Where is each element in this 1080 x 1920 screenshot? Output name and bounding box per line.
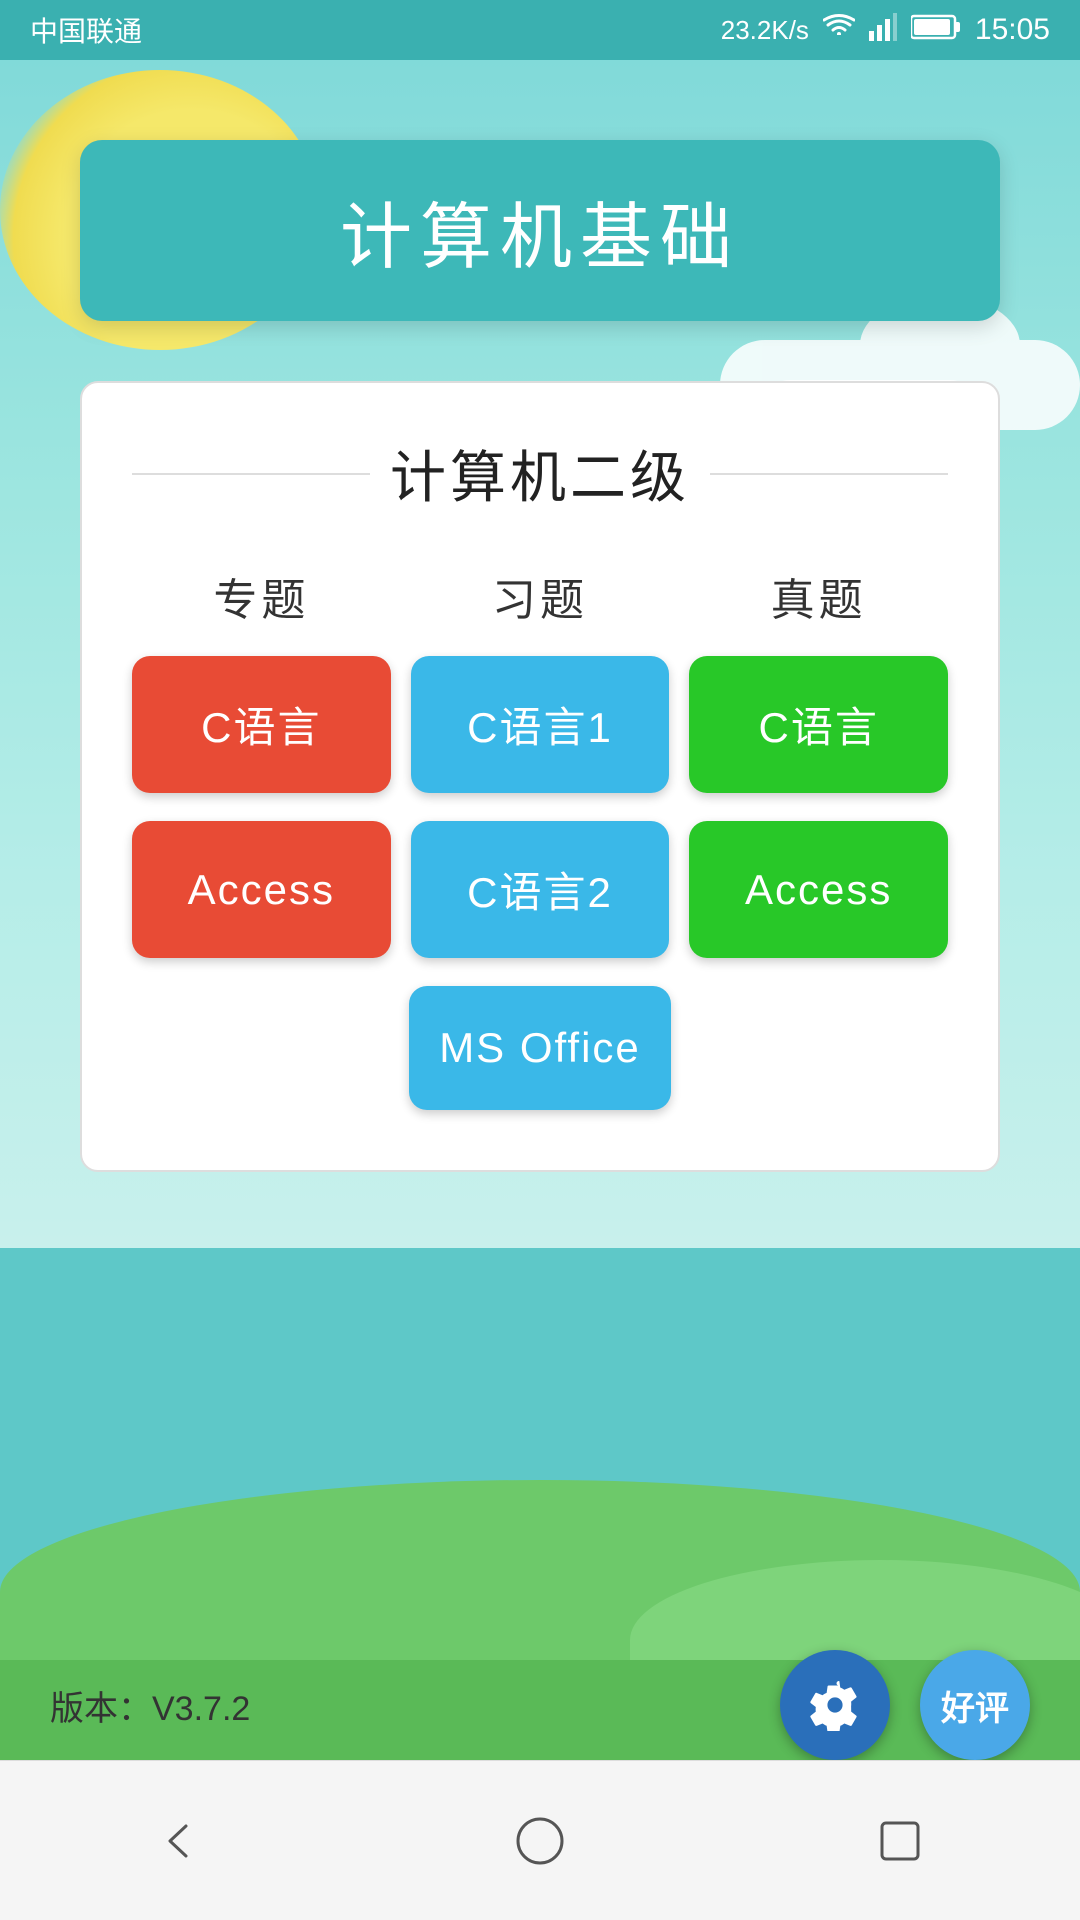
- main-card: 计算机二级 专题 习题 真题 C语言 C语言1 C语言 Access C语言2 …: [80, 381, 1000, 1172]
- title-banner[interactable]: 计算机基础: [80, 140, 1000, 321]
- btn-access-real[interactable]: Access: [689, 821, 948, 958]
- button-grid-row2: Access C语言2 Access: [132, 821, 948, 958]
- review-button[interactable]: 好评: [920, 1650, 1030, 1760]
- banner-text: 计算机基础: [340, 198, 740, 278]
- review-label: 好评: [941, 1681, 1009, 1730]
- recent-button[interactable]: [865, 1806, 935, 1876]
- battery-icon: [911, 14, 961, 47]
- btn-c-language2-exercises[interactable]: C语言2: [411, 821, 670, 958]
- right-status: 23.2K/s 15:05: [721, 13, 1050, 48]
- btn-access-specialty[interactable]: Access: [132, 821, 391, 958]
- wifi-icon: [823, 13, 855, 48]
- footer: 版本：V3.7.2 好评: [0, 1650, 1080, 1760]
- card-title: 计算机二级: [370, 433, 710, 514]
- msoffice-wrapper: MS Office: [132, 986, 948, 1110]
- column-headers: 专题 习题 真题: [132, 564, 948, 628]
- col-header-exercises: 习题: [411, 564, 670, 628]
- back-button[interactable]: [145, 1806, 215, 1876]
- card-title-wrapper: 计算机二级: [132, 433, 948, 514]
- footer-buttons: 好评: [780, 1650, 1030, 1760]
- col-header-specialty: 专题: [132, 564, 391, 628]
- home-button[interactable]: [505, 1806, 575, 1876]
- btn-c-language-specialty[interactable]: C语言: [132, 656, 391, 793]
- signal-icon: [869, 13, 897, 48]
- col-header-real: 真题: [689, 564, 948, 628]
- btn-c-language1-exercises[interactable]: C语言1: [411, 656, 670, 793]
- gear-icon: [809, 1679, 861, 1731]
- version-label: 版本：V3.7.2: [50, 1681, 250, 1730]
- btn-msoffice-exercises[interactable]: MS Office: [409, 986, 671, 1110]
- button-grid-row1: C语言 C语言1 C语言: [132, 656, 948, 793]
- speed-label: 23.2K/s: [721, 15, 809, 46]
- carrier-label: 中国联通: [30, 10, 142, 50]
- btn-c-language-real[interactable]: C语言: [689, 656, 948, 793]
- settings-button[interactable]: [780, 1650, 890, 1760]
- nav-bar: [0, 1760, 1080, 1920]
- status-bar: 中国联通 23.2K/s 15:05: [0, 0, 1080, 60]
- time-label: 15:05: [975, 13, 1050, 47]
